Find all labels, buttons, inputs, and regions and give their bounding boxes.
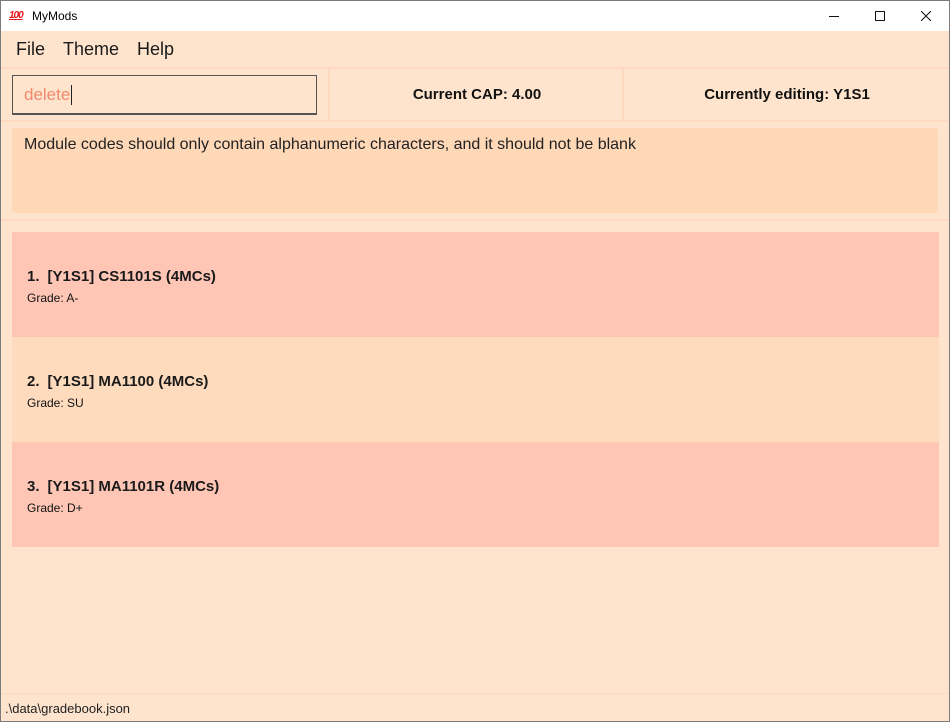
- save-file-path: .\data\gradebook.json: [5, 700, 131, 716]
- text-caret: [71, 84, 73, 105]
- module-index: 3.: [27, 478, 40, 495]
- section-divider: [1, 219, 949, 221]
- result-display: Module codes should only contain alphanu…: [12, 128, 938, 213]
- module-list: 1. [Y1S1] CS1101S (4MCs) Grade: A- 2. [Y1S…: [12, 232, 939, 547]
- module-name: [Y1S1] MA1100 (4MCs): [47, 373, 209, 390]
- module-card[interactable]: 3. [Y1S1] MA1101R (4MCs) Grade: D+: [12, 442, 939, 547]
- minimize-button[interactable]: [811, 1, 857, 31]
- app-window: 100 MyMods File Theme Help delete Curren…: [0, 0, 950, 722]
- close-button[interactable]: [903, 1, 949, 31]
- close-icon: [921, 11, 931, 21]
- module-title: 3. [Y1S1] MA1101R (4MCs): [27, 478, 939, 495]
- module-index: 2.: [27, 373, 40, 390]
- module-grade: Grade: SU: [27, 396, 84, 410]
- title-bar[interactable]: 100 MyMods: [1, 1, 949, 31]
- menu-help[interactable]: Help: [128, 39, 183, 60]
- command-row: delete Current CAP: 4.00 Currently editi…: [1, 67, 949, 122]
- maximize-icon: [875, 11, 885, 21]
- module-grade: Grade: A-: [27, 291, 79, 305]
- currently-editing-label: Currently editing: Y1S1: [704, 86, 870, 103]
- window-title: MyMods: [32, 9, 78, 23]
- panel-divider: [328, 69, 330, 120]
- module-name: [Y1S1] MA1101R (4MCs): [47, 478, 220, 495]
- minimize-icon: [829, 16, 839, 17]
- command-input-value: delete: [24, 84, 71, 104]
- status-bar: .\data\gradebook.json: [1, 693, 949, 721]
- menu-bar: File Theme Help: [1, 31, 949, 67]
- maximize-button[interactable]: [857, 1, 903, 31]
- menu-file[interactable]: File: [7, 39, 54, 60]
- module-name: [Y1S1] CS1101S (4MCs): [47, 268, 216, 285]
- module-title: 2. [Y1S1] MA1100 (4MCs): [27, 373, 939, 390]
- panel-divider: [622, 69, 624, 120]
- module-card[interactable]: 2. [Y1S1] MA1100 (4MCs) Grade: SU: [12, 337, 939, 442]
- current-cap-label: Current CAP: 4.00: [412, 86, 542, 103]
- module-card[interactable]: 1. [Y1S1] CS1101S (4MCs) Grade: A-: [12, 232, 939, 337]
- window-controls: [811, 1, 949, 31]
- result-message: Module codes should only contain alphanu…: [24, 136, 636, 153]
- menu-theme[interactable]: Theme: [54, 39, 128, 60]
- command-input[interactable]: delete: [12, 75, 317, 115]
- hundred-points-icon: 100: [9, 10, 24, 21]
- module-title: 1. [Y1S1] CS1101S (4MCs): [27, 268, 939, 285]
- module-index: 1.: [27, 268, 40, 285]
- module-grade: Grade: D+: [27, 501, 83, 515]
